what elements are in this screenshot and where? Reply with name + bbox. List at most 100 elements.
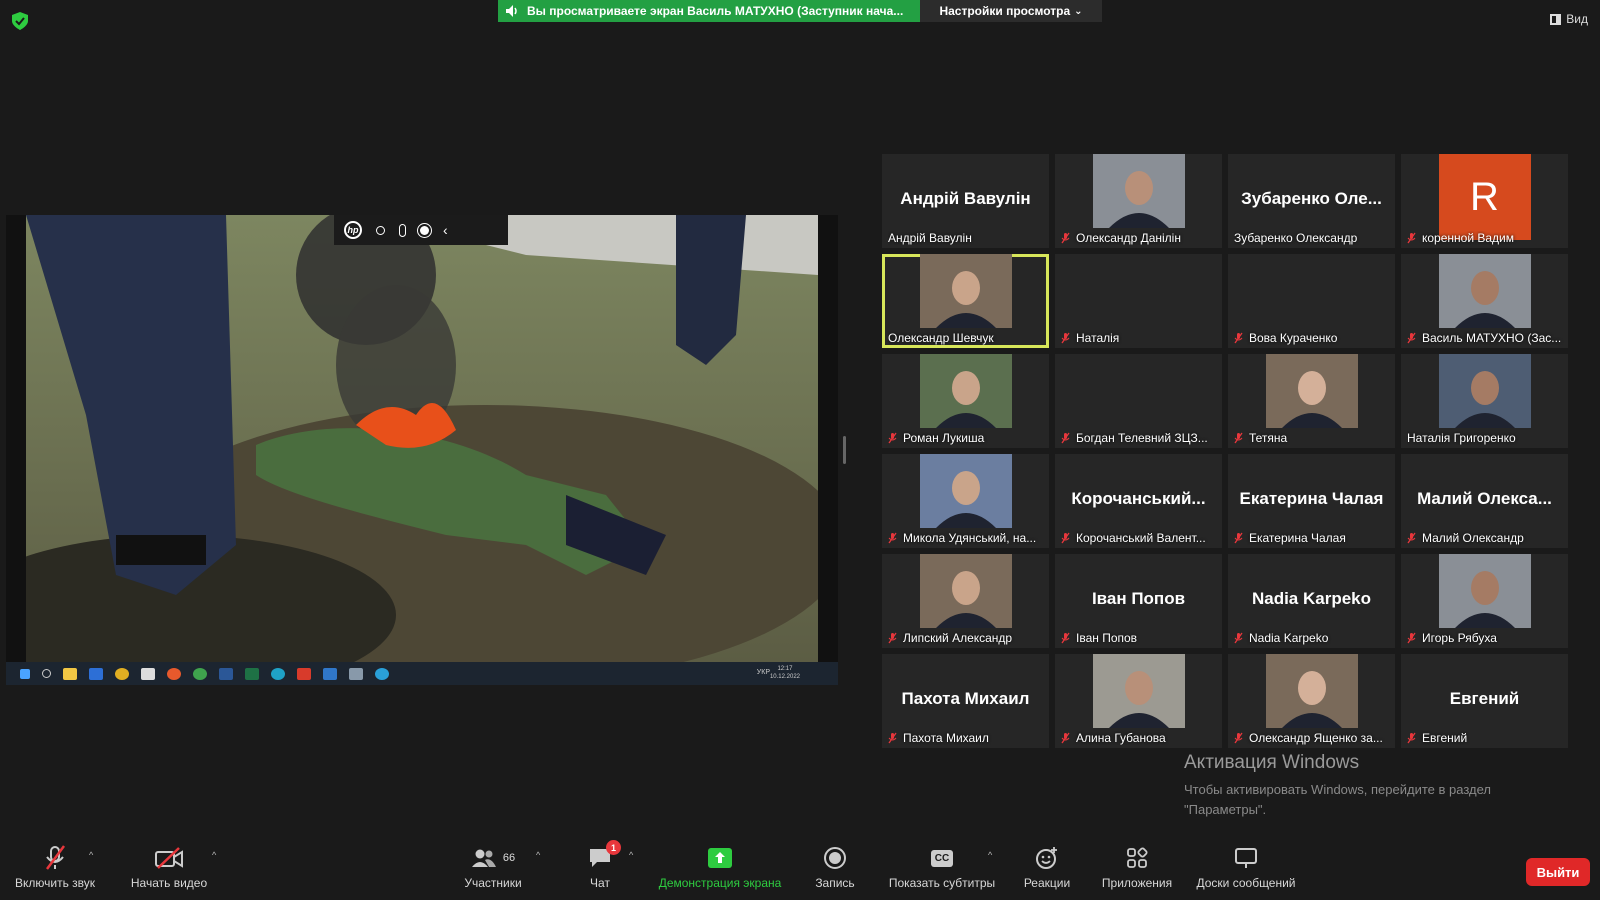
shared-screen[interactable]: hp ‹ УКР 12:17 10.12.2022 [6, 215, 838, 685]
participant-video [919, 254, 1012, 328]
word-icon [219, 667, 233, 680]
participant-video [1438, 354, 1531, 428]
whiteboards-label: Доски сообщений [1196, 876, 1296, 890]
participant-name-label: Зубаренко Олександр [1234, 231, 1391, 245]
edge-icon [271, 667, 285, 680]
participant-video [1265, 354, 1358, 428]
video-options-caret-icon[interactable]: ^ [212, 850, 216, 860]
mic-muted-icon [1061, 532, 1070, 544]
participant-tile[interactable]: Василь МАТУХНО (Зас... [1401, 254, 1568, 348]
participant-name: Пахота Михаил [903, 731, 989, 745]
apps-button[interactable]: Приложения [1092, 840, 1182, 900]
participant-name-label: Олександр Ященко за... [1234, 731, 1391, 745]
chrome-icon [193, 667, 207, 680]
record-icon [824, 847, 846, 869]
participant-name: Алина Губанова [1076, 731, 1166, 745]
captions-options-caret-icon[interactable]: ^ [988, 850, 992, 860]
participant-tile[interactable]: Пахота Михаил Пахота Михаил [882, 654, 1049, 748]
participant-tile[interactable]: Іван Попов Іван Попов [1055, 554, 1222, 648]
participants-button[interactable]: 66 Участники [438, 840, 548, 900]
folder-icon [63, 667, 77, 680]
start-video-button[interactable]: Начать видео [124, 840, 214, 900]
participant-tile[interactable]: Наталія Григоренко [1401, 354, 1568, 448]
participant-display-name: Малий Олекса... [1417, 489, 1552, 508]
windows-start-icon [20, 668, 30, 679]
telegram-icon [375, 667, 389, 680]
participant-name: Тетяна [1249, 431, 1288, 445]
participant-name-label: Микола Удянський, на... [888, 531, 1045, 545]
show-captions-button[interactable]: CC Показать субтитры [880, 840, 1004, 900]
participant-name-label: Липский Александр [888, 631, 1045, 645]
mic-muted-icon [1061, 632, 1070, 644]
participant-tile[interactable]: Роман Лукиша [882, 354, 1049, 448]
participant-name: Nadia Karpeko [1249, 631, 1329, 645]
zoom-meeting-window: Вы просматриваете экран Василь МАТУХНО (… [0, 0, 1600, 900]
chat-options-caret-icon[interactable]: ^ [629, 850, 633, 860]
participant-display-name: Пахота Михаил [901, 689, 1030, 708]
reactions-button[interactable]: Реакции [1012, 840, 1082, 900]
participant-name-label: Олександр Данілін [1061, 231, 1218, 245]
participant-tile[interactable]: Nadia Karpeko Nadia Karpeko [1228, 554, 1395, 648]
participant-tile[interactable]: Олександр Данілін [1055, 154, 1222, 248]
record-button[interactable]: Запись [800, 840, 870, 900]
excel-icon [245, 667, 259, 680]
participant-video [919, 454, 1012, 528]
view-button[interactable]: Вид [1550, 12, 1588, 26]
chevron-left-icon: ‹ [443, 222, 448, 238]
participant-tile[interactable]: Микола Удянський, на... [882, 454, 1049, 548]
participant-video [1438, 554, 1531, 628]
participant-name: Наталія [1076, 331, 1120, 345]
app-icon [349, 667, 363, 680]
chat-button[interactable]: 1 Чат [566, 840, 634, 900]
participant-video [1092, 154, 1185, 228]
participant-tile[interactable]: Игорь Рябуха [1401, 554, 1568, 648]
participant-tile[interactable]: Алина Губанова [1055, 654, 1222, 748]
participant-tile[interactable]: Наталія [1055, 254, 1222, 348]
participant-video-image [1092, 154, 1185, 228]
gallery-view-icon [1550, 13, 1562, 25]
mic-muted-icon [1407, 532, 1416, 544]
participant-tile[interactable]: Олександр Ященко за... [1228, 654, 1395, 748]
participant-tile[interactable]: Зубаренко Оле... Зубаренко Олександр [1228, 154, 1395, 248]
participant-tile[interactable]: Андрій Вавулін Андрій Вавулін [882, 154, 1049, 248]
reactions-smiley-icon [1036, 847, 1057, 869]
participant-name: Іван Попов [1076, 631, 1138, 645]
participant-tile[interactable]: Евгений Евгений [1401, 654, 1568, 748]
apps-icon [1127, 847, 1148, 868]
participant-tile[interactable]: Малий Олекса... Малий Олександр [1401, 454, 1568, 548]
participant-video-image [919, 354, 1012, 428]
firefox-icon [167, 667, 181, 680]
encryption-shield-icon[interactable] [12, 12, 28, 30]
letter-avatar: R [1438, 154, 1531, 240]
participant-tile[interactable]: Екатерина Чалая Екатерина Чалая [1228, 454, 1395, 548]
participant-name-label: Роман Лукиша [888, 431, 1045, 445]
hp-camera-toolbar: hp ‹ [334, 215, 508, 245]
share-screen-button[interactable]: Демонстрация экрана [650, 840, 790, 900]
participant-tile[interactable]: Rкоренной Вадим [1401, 154, 1568, 248]
windows-activation-subtitle: Чтобы активировать Windows, перейдите в … [1184, 782, 1491, 817]
meeting-toolbar: Включить звук ^ Начать видео ^ 66 Участн… [0, 840, 1600, 900]
participant-name-label: Наталія Григоренко [1407, 431, 1564, 445]
participant-video-image [919, 454, 1012, 528]
view-options-dropdown[interactable]: Настройки просмотра ⌄ [920, 0, 1102, 22]
participant-tile[interactable]: Вова Кураченко [1228, 254, 1395, 348]
leave-meeting-button[interactable]: Выйти [1526, 858, 1590, 886]
participant-tile[interactable]: Тетяна [1228, 354, 1395, 448]
record-label: Запись [815, 876, 855, 890]
split-resize-handle[interactable] [843, 436, 846, 464]
screen-share-banner-text: Вы просматриваете экран Василь МАТУХНО (… [527, 4, 904, 18]
whiteboards-button[interactable]: Доски сообщений [1188, 840, 1304, 900]
participant-name: Андрій Вавулін [888, 231, 972, 245]
participant-name: Богдан Телевний ЗЦЗ... [1076, 431, 1208, 445]
participant-tile[interactable]: Корочанський... Корочанський Валент... [1055, 454, 1222, 548]
participant-name-label: Екатерина Чалая [1234, 531, 1391, 545]
audio-options-caret-icon[interactable]: ^ [89, 850, 93, 860]
participant-tile[interactable]: Олександр Шевчук [882, 254, 1049, 348]
participants-options-caret-icon[interactable]: ^ [536, 850, 540, 860]
participant-tile[interactable]: Богдан Телевний ЗЦЗ... [1055, 354, 1222, 448]
chrome-icon [115, 667, 129, 680]
participant-tile[interactable]: Липский Александр [882, 554, 1049, 648]
unmute-button[interactable]: Включить звук [10, 840, 100, 900]
participant-video-image [919, 254, 1012, 328]
participant-video-image [919, 554, 1012, 628]
